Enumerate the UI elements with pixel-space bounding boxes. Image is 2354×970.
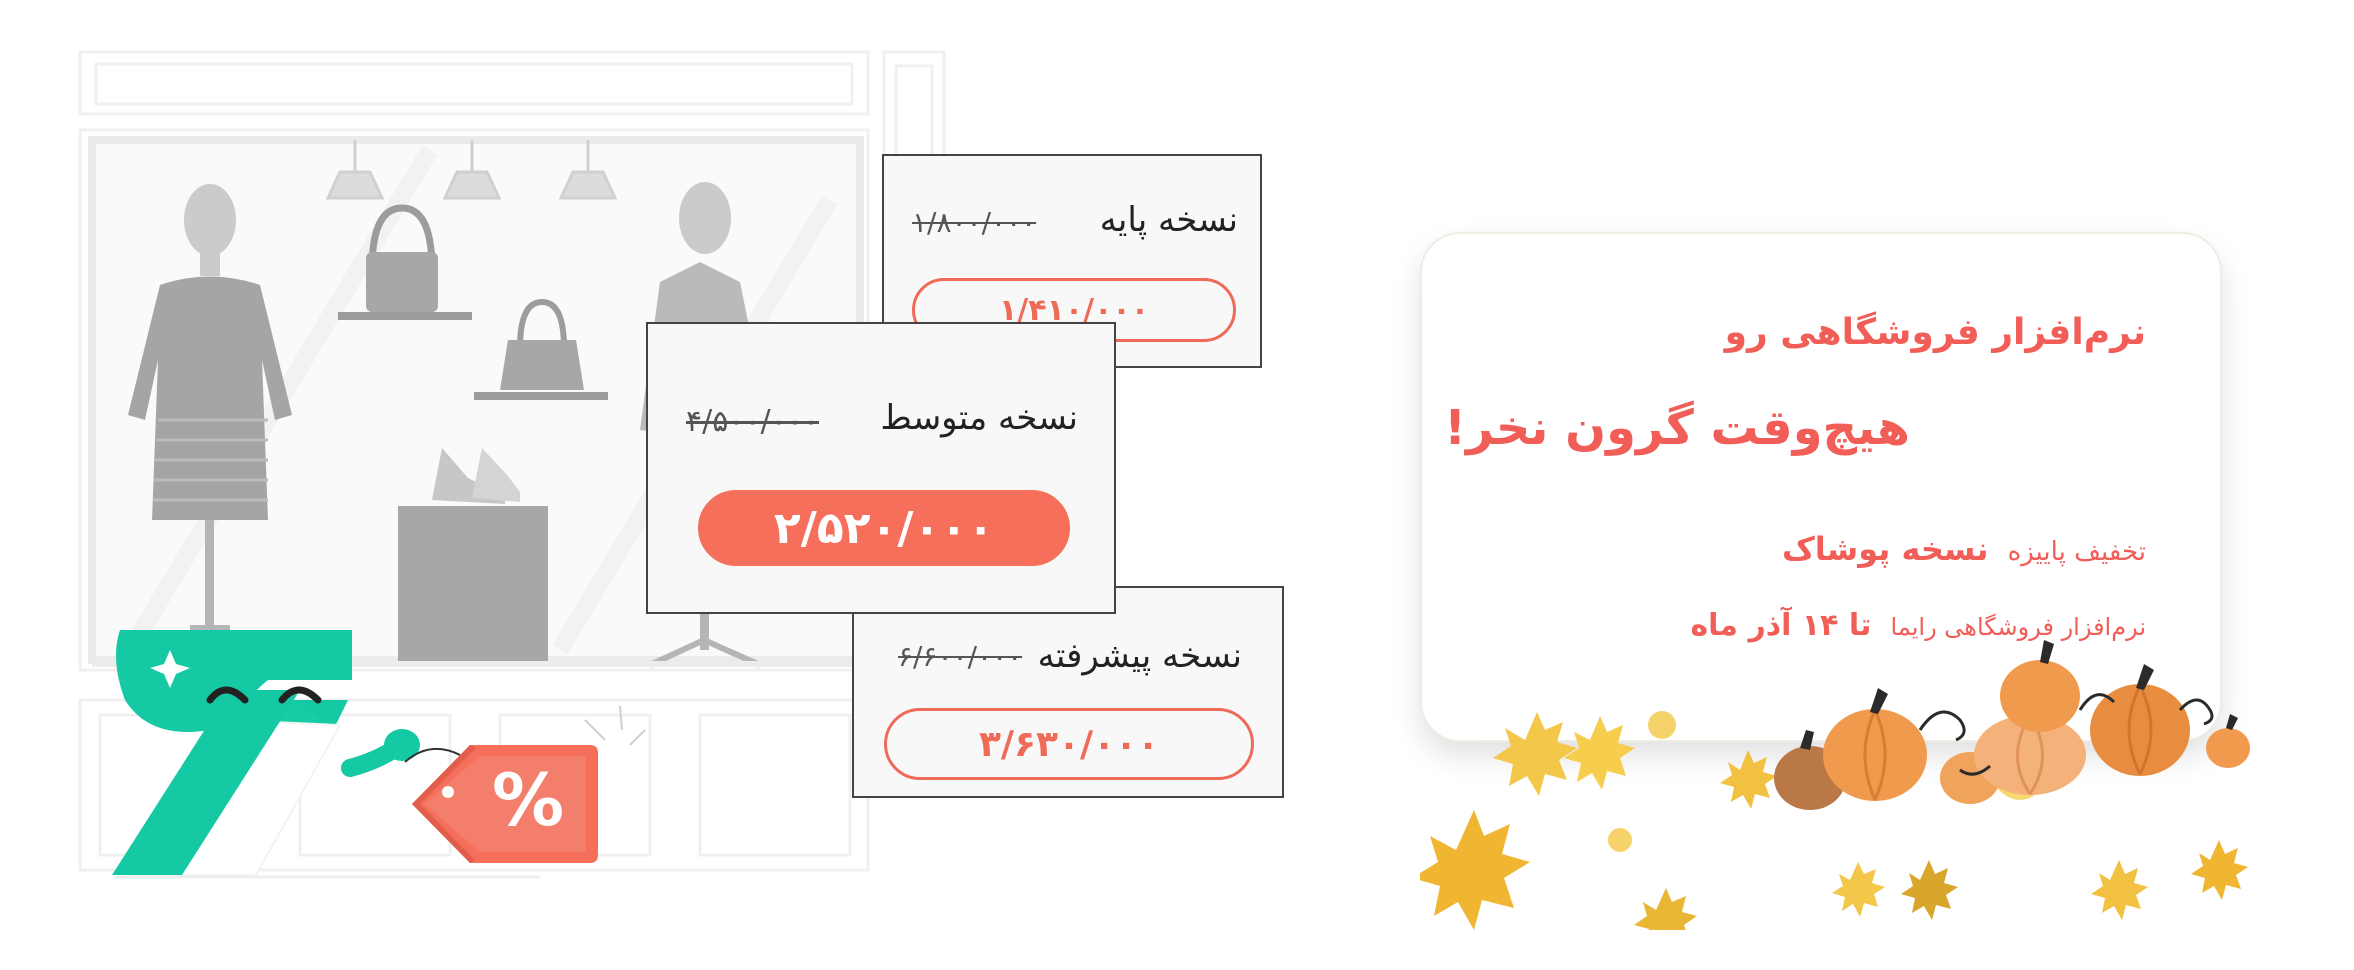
autumn-decoration: [1420, 640, 2250, 930]
promo-line-1: نرم‌افزار فروشگاهی رو: [1724, 312, 2146, 353]
plan-name: نسخه پایه: [1099, 200, 1238, 240]
plan-old-price: ۶/۶۰۰/۰۰۰: [898, 640, 1023, 673]
plan-card-medium: نسخه متوسط ۴/۵۰۰/۰۰۰ ۲/۵۲۰/۰۰۰: [646, 322, 1116, 614]
plan-price-button[interactable]: ۳/۶۳۰/۰۰۰: [884, 708, 1254, 780]
plan-price: ۲/۵۲۰/۰۰۰: [773, 502, 995, 554]
promo-line-3: تخفیف پاییزه نسخه پوشاک: [1782, 530, 2146, 568]
pumpkins: [1774, 640, 2250, 810]
plan-price-button[interactable]: ۲/۵۲۰/۰۰۰: [698, 490, 1070, 566]
discount-percent-symbol: %: [492, 758, 565, 842]
plan-old-price: ۴/۵۰۰/۰۰۰: [686, 404, 820, 439]
promo-headline: هیچ‌وقت گرون نخر!: [1444, 400, 1910, 456]
plan-name: نسخه متوسط: [880, 398, 1078, 438]
plan-old-price: ۱/۸۰۰/۰۰۰: [912, 206, 1037, 239]
plan-card-advanced: نسخه پیشرفته ۶/۶۰۰/۰۰۰ ۳/۶۳۰/۰۰۰: [852, 586, 1284, 798]
plan-name: نسخه پیشرفته: [1037, 636, 1242, 676]
promo-discount-label: تخفیف پاییزه: [2007, 537, 2146, 567]
sparkle-lines: [584, 705, 646, 746]
promo-edition-label: نسخه پوشاک: [1781, 530, 1989, 568]
plan-price: ۳/۶۳۰/۰۰۰: [978, 723, 1160, 765]
